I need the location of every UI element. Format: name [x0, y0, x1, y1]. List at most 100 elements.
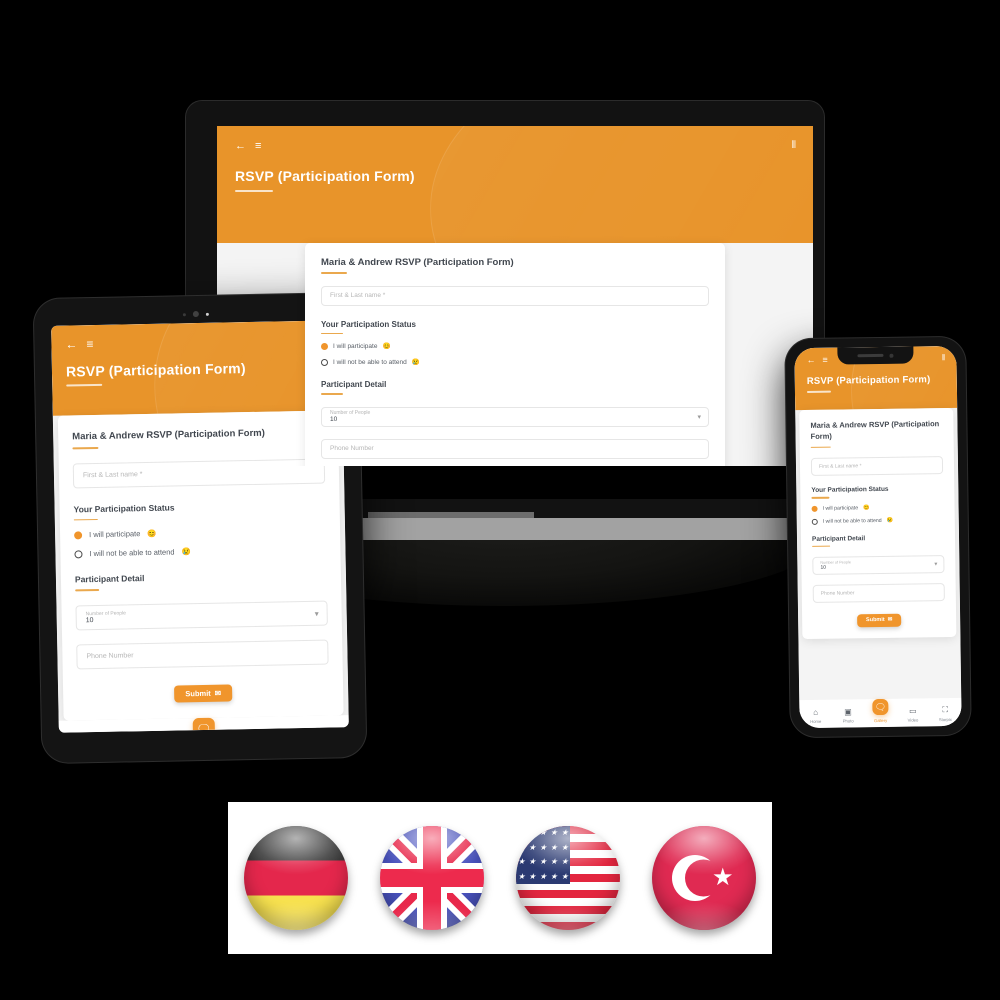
nav-item-storpix[interactable]: ⛶ Storpix [929, 705, 962, 722]
radio-unselected-icon[interactable] [321, 358, 328, 366]
card-title-underline [321, 272, 347, 274]
name-input-placeholder: First & Last name * [330, 292, 386, 300]
back-arrow-icon[interactable]: ← [235, 140, 246, 152]
sad-face-emoji: 😢 [411, 359, 420, 367]
menu-icon[interactable]: ≡ [255, 140, 261, 152]
form-card-title: Maria & Andrew RSVP (Participation Form) [72, 427, 265, 443]
back-arrow-icon[interactable]: ← [65, 337, 77, 351]
radio-option-not-attend[interactable]: I will not be able to attend 😢 [74, 545, 326, 559]
submit-button-label: Submit [185, 689, 211, 699]
phone-number-input[interactable]: Phone Number [812, 582, 945, 603]
chevron-down-icon[interactable]: ▾ [315, 609, 319, 618]
rsvp-app-phone: ← ≡ ⦀ RSVP (Participation Form) Maria & … [794, 345, 962, 729]
participation-underline [811, 496, 830, 499]
united-states-flag-icon[interactable]: ★ ★ ★ ★ ★ ★ ★ ★ ★ ★ ★ ★ ★ ★ ★ ★ ★ ★ ★ ★ [516, 826, 620, 930]
tablet-camera-cluster [182, 310, 209, 318]
participation-status-heading: Your Participation Status [321, 319, 416, 329]
front-camera [889, 353, 894, 358]
card-title-underline [72, 446, 99, 450]
menu-icon[interactable]: ≡ [822, 354, 827, 364]
form-card-title: Maria & Andrew RSVP (Participation Form) [810, 419, 940, 441]
nav-item-video[interactable]: ▭ Video [897, 706, 930, 722]
radio-unselected-icon[interactable] [74, 550, 83, 559]
submit-button[interactable]: Submit ✉ [174, 684, 233, 703]
participation-status-heading: Your Participation Status [811, 485, 889, 495]
chevron-down-icon[interactable]: ▾ [934, 561, 937, 568]
envelope-icon: ✉ [214, 688, 222, 698]
germany-flag-icon[interactable] [244, 826, 348, 930]
radio-label: I will not be able to attend [822, 517, 882, 525]
page-title: RSVP (Participation Form) [235, 168, 415, 184]
rsvp-app-desktop: ← ≡ ⦀ RSVP (Participation Form) Maria & … [217, 126, 813, 466]
page-title: RSVP (Participation Form) [806, 374, 931, 387]
radio-selected-icon[interactable] [811, 505, 818, 512]
submit-button-label: Submit [865, 617, 885, 624]
phone-number-placeholder: Phone Number [820, 590, 855, 597]
participant-detail-underline [812, 545, 831, 547]
app-header: ← ≡ ⦀ RSVP (Participation Form) [217, 126, 813, 243]
nav-item-label: Video [907, 717, 919, 723]
phone-mockup: ← ≡ ⦀ RSVP (Participation Form) Maria & … [785, 336, 971, 738]
back-arrow-icon[interactable]: ← [806, 354, 815, 364]
number-of-people-select[interactable]: Number of People 10 ▾ [321, 406, 709, 427]
phone-number-placeholder: Phone Number [86, 652, 134, 661]
phone-number-input[interactable]: Phone Number [321, 438, 709, 459]
bottom-navigation-bar: ⌂ Home ▣ Photo 🗨 Gallery ▭ Video ⛶ St [799, 697, 962, 729]
phone-screen: ← ≡ ⦀ RSVP (Participation Form) Maria & … [794, 345, 962, 729]
rsvp-form-card: Maria & Andrew RSVP (Participation Form)… [57, 410, 344, 721]
radio-label: I will not be able to attend [89, 547, 175, 559]
submit-button[interactable]: Submit ✉ [857, 613, 902, 628]
radio-option-participate[interactable]: I will participate 😊 [74, 526, 326, 540]
radio-label: I will not be able to attend [333, 358, 407, 366]
earpiece-speaker [857, 353, 884, 358]
equalizer-icon[interactable]: ⦀ [792, 141, 797, 151]
storpix-icon: ⛶ [942, 705, 949, 715]
sad-face-emoji: 😢 [886, 517, 894, 524]
nav-item-label: Storpix [938, 716, 952, 723]
participant-detail-underline [321, 393, 343, 395]
radio-option-not-attend[interactable]: I will not be able to attend 😢 [321, 358, 709, 366]
language-flag-panel: ★ ★ ★ ★ ★ ★ ★ ★ ★ ★ ★ ★ ★ ★ ★ ★ ★ ★ ★ ★ ★ [228, 802, 772, 954]
radio-unselected-icon[interactable] [811, 518, 818, 525]
name-input[interactable]: First & Last name * [810, 456, 944, 477]
radio-selected-icon[interactable] [321, 342, 328, 350]
participant-detail-heading: Participant Detail [74, 573, 145, 585]
number-of-people-value: 10 [820, 564, 827, 571]
menu-icon[interactable]: ≡ [86, 337, 93, 351]
nav-item-label: Gallery [873, 717, 888, 724]
app-header: ← ≡ ⦀ RSVP (Participation Form) [51, 320, 343, 416]
monitor-screen: ← ≡ ⦀ RSVP (Participation Form) Maria & … [217, 126, 813, 466]
name-input[interactable]: First & Last name * [72, 458, 326, 489]
nav-item-photo[interactable]: ▣ Photo [832, 707, 865, 723]
name-input[interactable]: First & Last name * [321, 285, 709, 306]
smiling-face-emoji: 😊 [863, 504, 870, 511]
radio-option-participate[interactable]: I will participate 😊 [321, 342, 709, 350]
participation-underline [321, 332, 343, 335]
phone-notch [837, 346, 914, 365]
participation-status-heading: Your Participation Status [73, 502, 175, 515]
nav-item-gallery[interactable]: 🗨 Gallery [864, 698, 897, 724]
radio-selected-icon[interactable] [74, 531, 83, 540]
card-title-underline [810, 446, 831, 449]
united-kingdom-flag-icon[interactable] [380, 826, 484, 930]
rsvp-form-card: Maria & Andrew RSVP (Participation Form)… [305, 243, 725, 466]
radio-label: I will participate [333, 342, 378, 350]
chevron-down-icon[interactable]: ▾ [697, 413, 701, 421]
number-of-people-value: 10 [330, 416, 338, 424]
participant-detail-heading: Participant Detail [321, 380, 387, 390]
number-of-people-select[interactable]: Number of People 10 ▾ [75, 600, 328, 631]
phone-number-input[interactable]: Phone Number [76, 639, 329, 670]
radio-label: I will participate [89, 529, 141, 540]
turkey-flag-icon[interactable]: ★ [652, 826, 756, 930]
number-of-people-select[interactable]: Number of People 10 ▾ [812, 554, 945, 575]
nav-item-label: Photo [842, 718, 854, 724]
equalizer-icon[interactable]: ⦀ [942, 353, 945, 362]
name-input-placeholder: First & Last name * [82, 470, 143, 479]
nav-item-home[interactable]: ⌂ Home [799, 708, 832, 724]
rsvp-form-card: Maria & Andrew RSVP (Participation Form)… [799, 407, 957, 639]
radio-option-not-attend[interactable]: I will not be able to attend 😢 [811, 517, 944, 525]
radio-option-participate[interactable]: I will participate 😊 [811, 504, 944, 512]
smiling-face-emoji: 😊 [382, 343, 391, 351]
nav-item-label: Home [810, 718, 822, 724]
smiling-face-emoji: 😊 [147, 529, 157, 539]
